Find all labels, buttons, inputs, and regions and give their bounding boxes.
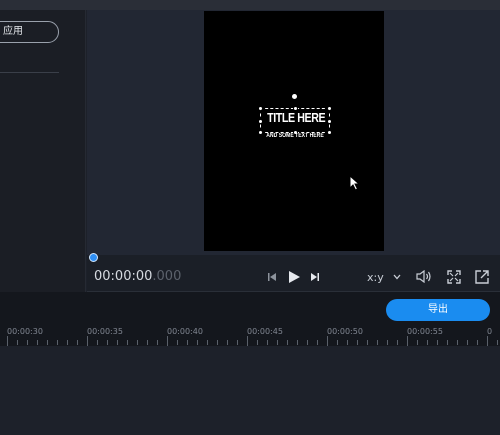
ruler-tick: [327, 336, 328, 346]
resize-handle[interactable]: [258, 106, 263, 111]
ruler-tick: [227, 340, 228, 345]
top-strip: [0, 0, 500, 10]
ruler-tick: [87, 336, 88, 346]
ruler-tick: [277, 340, 278, 345]
ruler-tick: [447, 340, 448, 345]
ruler-tick: [147, 340, 148, 345]
preview-area: TITLE HERE AND SOME TEXT HERE: [87, 10, 500, 255]
ruler-tick: [167, 336, 168, 346]
ruler-tick: [487, 336, 488, 346]
timecode-main: 00:00:00: [94, 269, 153, 284]
ruler-tick: [7, 336, 8, 346]
ruler-label: 00:00:30: [7, 327, 43, 336]
video-canvas[interactable]: TITLE HERE AND SOME TEXT HERE: [204, 11, 384, 251]
ruler-tick: [137, 340, 138, 345]
ruler-tick: [247, 336, 248, 346]
ruler-tick: [157, 340, 158, 345]
ruler-tick: [257, 340, 258, 345]
export-button[interactable]: 导出: [386, 299, 490, 321]
play-icon[interactable]: [288, 270, 301, 284]
ruler-tick: [387, 340, 388, 345]
ruler-tick: [347, 340, 348, 345]
title-selection-box[interactable]: TITLE HERE: [258, 106, 332, 135]
resize-handle[interactable]: [258, 119, 263, 124]
ruler-tick: [367, 340, 368, 345]
resize-handle[interactable]: [327, 119, 332, 124]
ruler-tick: [37, 340, 38, 345]
ruler-label: 00:00:40: [167, 327, 203, 336]
skip-forward-icon[interactable]: [310, 272, 320, 282]
ruler-tick: [397, 340, 398, 345]
rotate-handle[interactable]: [292, 94, 297, 99]
ruler-tick: [127, 340, 128, 345]
aspect-ratio-label: x:y: [367, 271, 384, 284]
ruler-tick: [267, 340, 268, 345]
ruler-tick: [117, 340, 118, 345]
ruler-label: 00:00:50: [327, 327, 363, 336]
ruler-tick: [107, 340, 108, 345]
video-editor: 应用 TITLE HERE AND SOME TEXT HERE 00:00:0…: [0, 0, 500, 435]
resize-handle[interactable]: [327, 130, 332, 135]
ruler-tick: [217, 340, 218, 345]
fullscreen-icon[interactable]: [447, 270, 461, 284]
playback-bar: 00:00:00.000 x:y: [87, 253, 500, 292]
ruler-tick: [317, 340, 318, 345]
ruler-tick: [357, 340, 358, 345]
timeline-header: 导出 00:00:30 00:00:35 00:00:40 00:00:45 00:00…: [0, 292, 500, 346]
ruler-tick: [497, 340, 498, 345]
skip-back-icon[interactable]: [267, 272, 277, 282]
ruler-tick: [57, 340, 58, 345]
ruler-tick: [337, 340, 338, 345]
ruler-tick: [437, 340, 438, 345]
mouse-cursor-icon: [349, 175, 360, 191]
ruler-tick: [237, 340, 238, 345]
ruler-label: 00:00:35: [87, 327, 123, 336]
ruler-tick: [307, 340, 308, 345]
ruler-tick: [197, 340, 198, 345]
timeline: 导出 00:00:30 00:00:35 00:00:40 00:00:45 00:00…: [0, 292, 500, 435]
resize-handle[interactable]: [258, 130, 263, 135]
ruler-tick: [417, 340, 418, 345]
ruler-tick: [67, 340, 68, 345]
ruler-tick: [427, 340, 428, 345]
timecode: 00:00:00.000: [94, 269, 181, 284]
ruler-tick: [457, 340, 458, 345]
timecode-ms: .000: [152, 269, 182, 284]
volume-icon[interactable]: [416, 270, 432, 283]
chevron-down-icon[interactable]: [393, 274, 401, 280]
popout-icon[interactable]: [475, 270, 489, 284]
ruler-tick: [407, 336, 408, 346]
ruler-tick: [377, 340, 378, 345]
divider: [0, 72, 59, 73]
ruler-tick: [187, 340, 188, 345]
ruler-tick: [27, 340, 28, 345]
title-text[interactable]: TITLE HERE: [267, 110, 326, 125]
ruler-tick: [97, 340, 98, 345]
ruler-tick: [77, 340, 78, 345]
ruler-tick: [477, 340, 478, 345]
apply-button[interactable]: 应用: [0, 21, 59, 43]
subtitle-text[interactable]: AND SOME TEXT HERE: [265, 133, 325, 139]
ruler-tick: [287, 340, 288, 345]
aspect-ratio-select[interactable]: x:y: [367, 271, 384, 284]
ruler-tick: [17, 340, 18, 345]
ruler-label: 00:00:55: [407, 327, 443, 336]
ruler-tick: [297, 340, 298, 345]
ruler-label: 00:00:45: [247, 327, 283, 336]
resize-handle[interactable]: [327, 106, 332, 111]
left-panel: 应用: [0, 10, 86, 292]
ruler-tick: [47, 340, 48, 345]
ruler-tick: [467, 340, 468, 345]
ruler-label: 0: [487, 327, 493, 336]
playhead-scrubber[interactable]: [89, 253, 98, 262]
ruler-tick: [177, 340, 178, 345]
ruler-tick: [207, 340, 208, 345]
